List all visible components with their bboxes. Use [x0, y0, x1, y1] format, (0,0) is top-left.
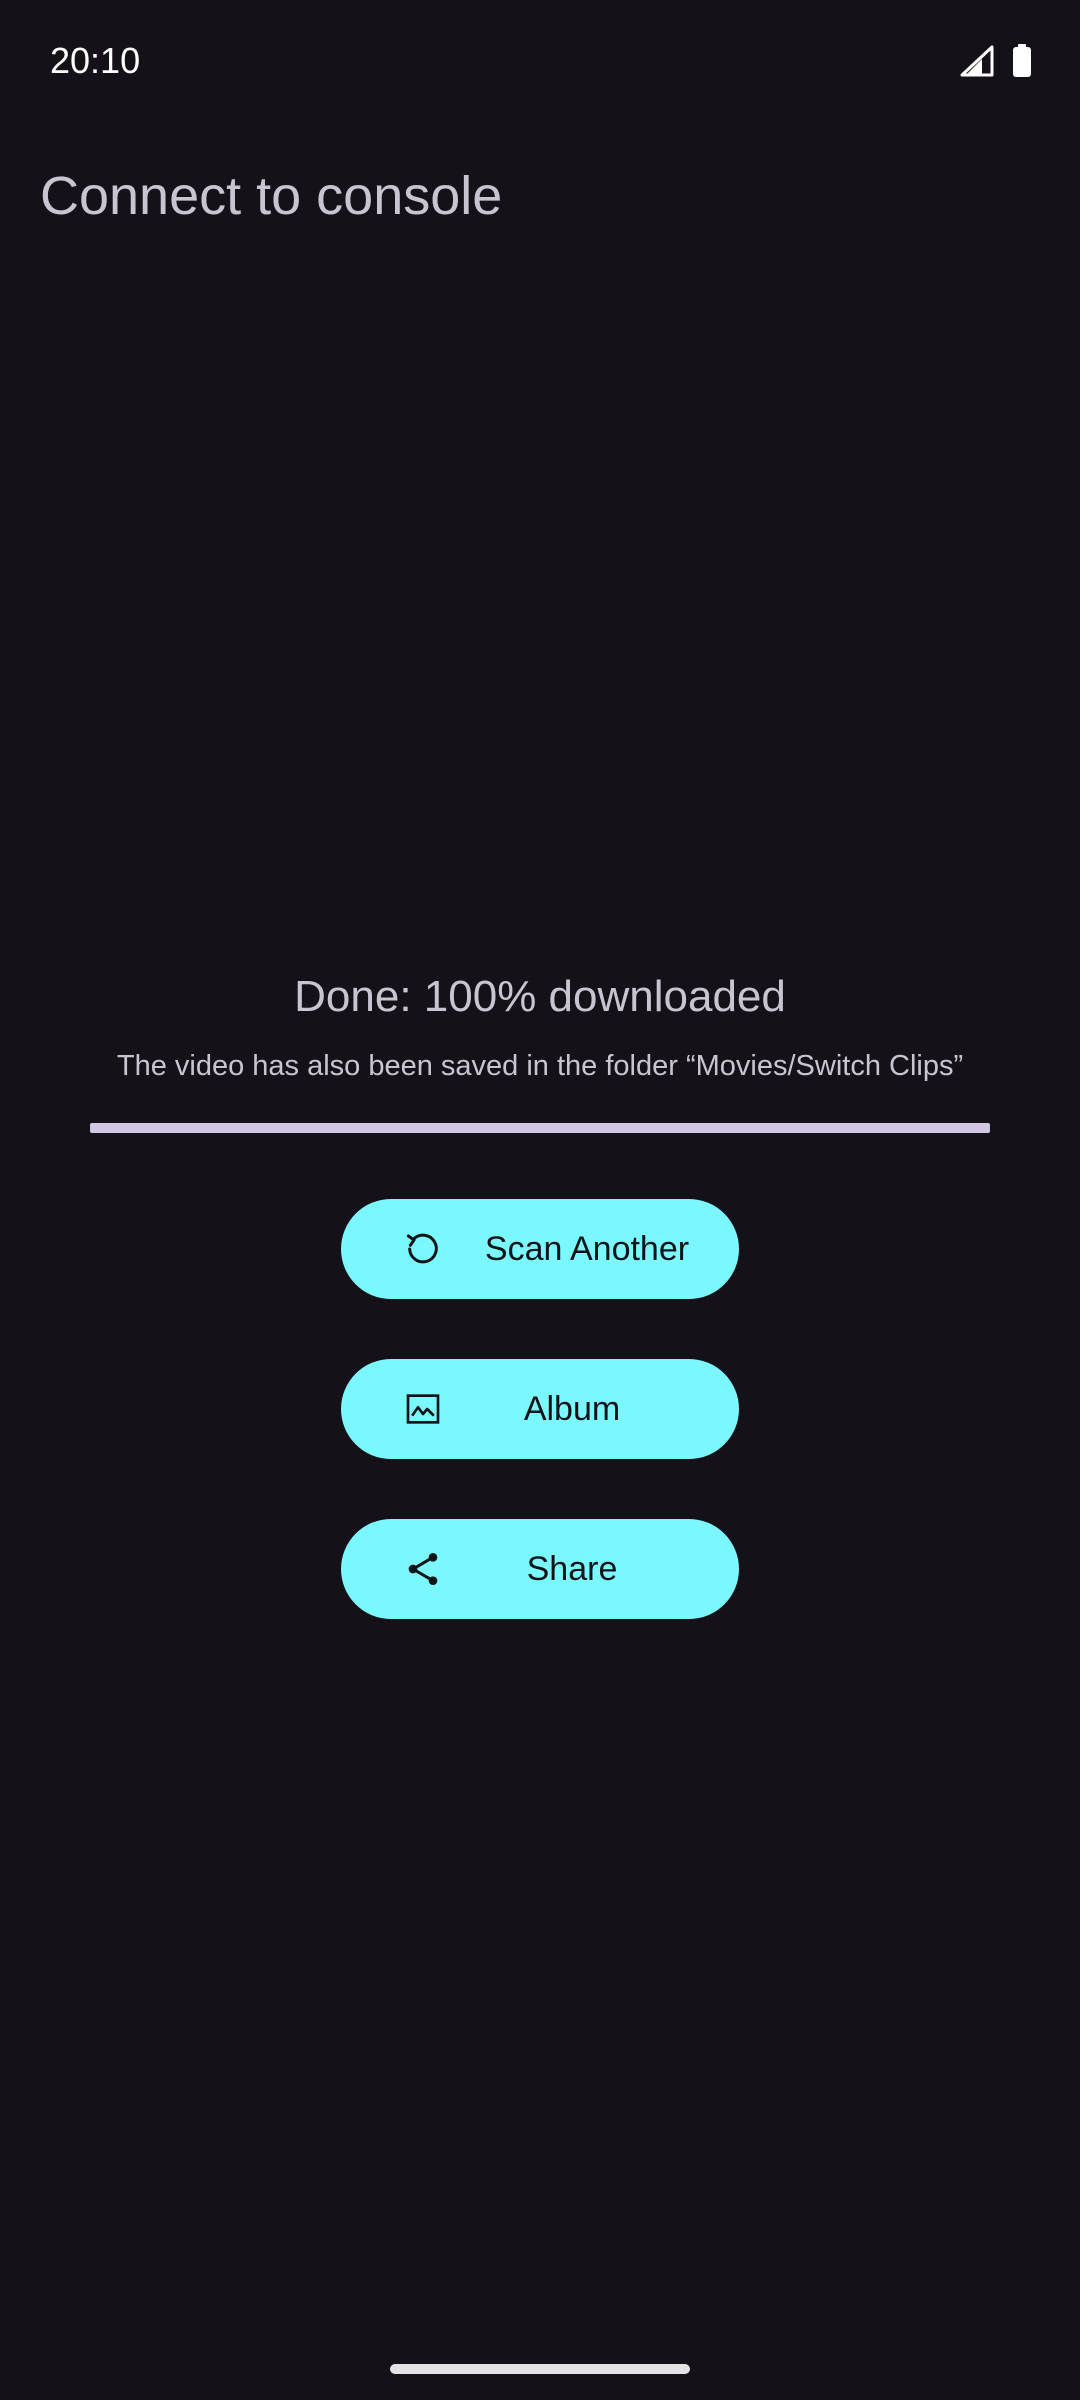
home-indicator[interactable] — [390, 2364, 690, 2374]
battery-icon — [1012, 44, 1032, 83]
page-title: Connect to console — [40, 166, 503, 226]
cell-signal-icon — [960, 45, 994, 82]
scan-another-label: Scan Another — [484, 1229, 690, 1268]
saved-folder-note: The video has also been saved in the fol… — [116, 1050, 964, 1082]
download-progress-bar — [90, 1123, 990, 1133]
download-progress-fill — [90, 1123, 990, 1133]
scan-another-button[interactable]: Scan Another — [341, 1199, 739, 1299]
share-icon — [401, 1547, 445, 1591]
download-status: Done: 100% downloaded — [294, 972, 786, 1021]
share-button[interactable]: Share — [341, 1519, 739, 1619]
status-bar: 20:10 — [0, 0, 1080, 126]
refresh-icon — [401, 1227, 445, 1271]
album-button[interactable]: Album — [341, 1359, 739, 1459]
album-label: Album — [523, 1389, 621, 1428]
status-icons — [960, 44, 1032, 83]
status-time: 20:10 — [50, 40, 141, 81]
image-icon — [401, 1387, 445, 1431]
share-label: Share — [526, 1549, 618, 1588]
